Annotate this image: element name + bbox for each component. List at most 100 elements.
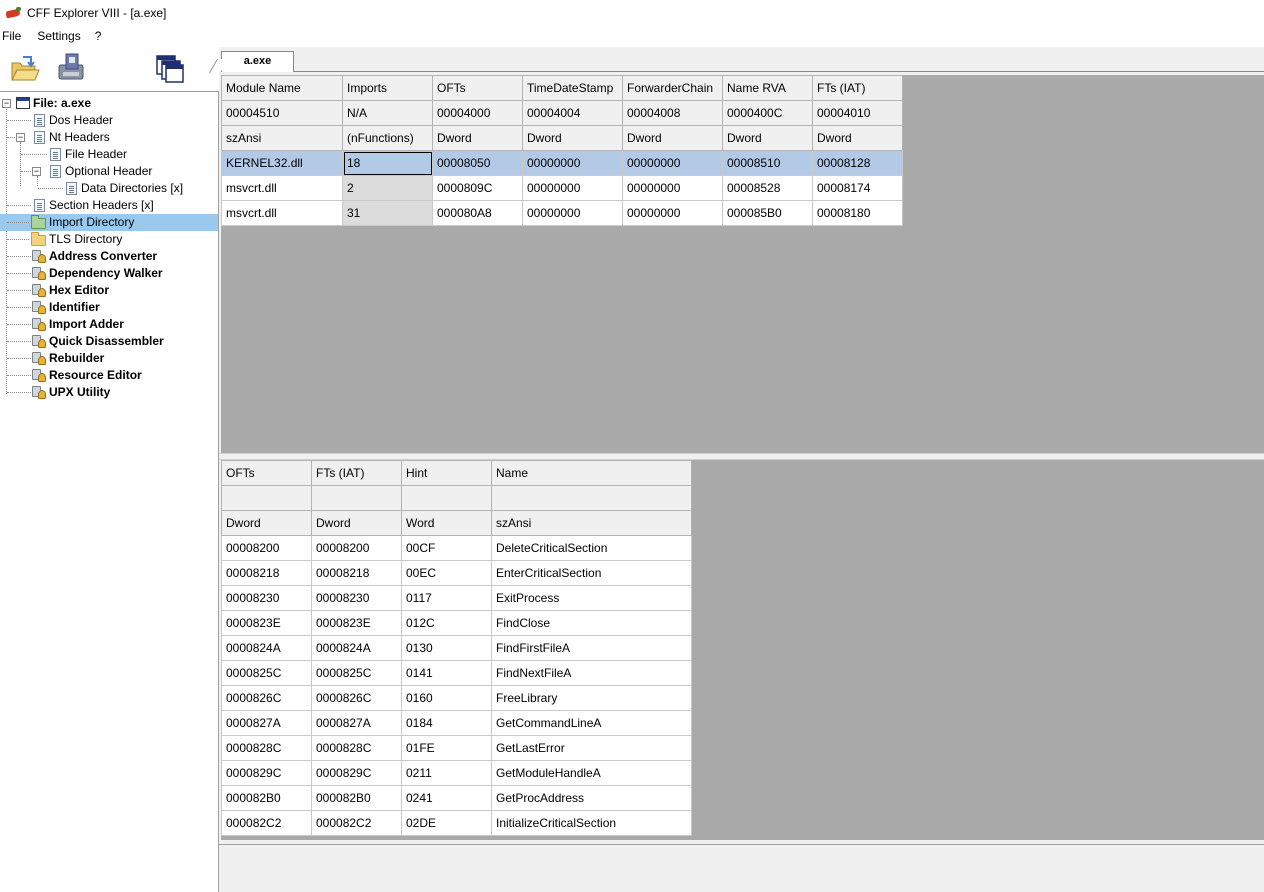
- table-cell[interactable]: 0160: [401, 685, 492, 711]
- table-cell[interactable]: FindNextFileA: [491, 660, 692, 686]
- table-cell[interactable]: 00008510: [722, 150, 813, 176]
- table-cell[interactable]: 0000826C: [311, 685, 402, 711]
- table-cell[interactable]: 000082B0: [311, 785, 402, 811]
- tree-item-dos-header[interactable]: Dos Header: [0, 112, 218, 129]
- table-cell[interactable]: 0241: [401, 785, 492, 811]
- table-cell[interactable]: 00000000: [622, 200, 723, 226]
- table-cell[interactable]: 0000828C: [311, 735, 402, 761]
- table-cell[interactable]: 0000809C: [432, 175, 523, 201]
- table-cell[interactable]: 00008200: [221, 535, 312, 561]
- menu-file[interactable]: File: [0, 26, 27, 47]
- table-cell[interactable]: 00008174: [812, 175, 903, 201]
- table-cell[interactable]: 0000826C: [221, 685, 312, 711]
- table-cell[interactable]: 0117: [401, 585, 492, 611]
- table-cell[interactable]: FreeLibrary: [491, 685, 692, 711]
- table-cell[interactable]: GetLastError: [491, 735, 692, 761]
- tab-a-exe[interactable]: a.exe: [221, 51, 294, 72]
- table-cell[interactable]: 0000824A: [311, 635, 402, 661]
- table-cell[interactable]: msvcrt.dll: [221, 175, 343, 201]
- table-cell[interactable]: 0000829C: [311, 760, 402, 786]
- table-row[interactable]: 00008218 00008218 00EC EnterCriticalSection: [221, 560, 692, 586]
- tree-item-optional-header[interactable]: − Optional Header: [0, 163, 218, 180]
- table-cell[interactable]: ExitProcess: [491, 585, 692, 611]
- table-cell[interactable]: 00000000: [622, 175, 723, 201]
- table-row[interactable]: 00008200 00008200 00CF DeleteCriticalSectio…: [221, 535, 692, 561]
- table-row[interactable]: 0000823E 0000823E 012C FindClose: [221, 610, 692, 636]
- table-cell[interactable]: 0000829C: [221, 760, 312, 786]
- table-row[interactable]: 0000825C 0000825C 0141 FindNextFileA: [221, 660, 692, 686]
- collapse-icon[interactable]: −: [2, 99, 11, 108]
- table-cell[interactable]: 000080A8: [432, 200, 523, 226]
- table-cell[interactable]: 00008230: [311, 585, 402, 611]
- table-cell[interactable]: 00008218: [221, 560, 312, 586]
- table-cell[interactable]: msvcrt.dll: [221, 200, 343, 226]
- table-cell[interactable]: GetModuleHandleA: [491, 760, 692, 786]
- table-cell[interactable]: 0000827A: [311, 710, 402, 736]
- table-cell[interactable]: 0000825C: [221, 660, 312, 686]
- table-cell[interactable]: 00CF: [401, 535, 492, 561]
- table-cell[interactable]: EnterCriticalSection: [491, 560, 692, 586]
- windows-cascade-icon[interactable]: [154, 53, 186, 85]
- tree-tool-rebuilder[interactable]: Rebuilder: [0, 350, 218, 367]
- tree-tool-import-adder[interactable]: Import Adder: [0, 316, 218, 333]
- table-row[interactable]: KERNEL32.dll 18 00008050 00000000 00000000 00…: [221, 150, 903, 176]
- tree-item-file-header[interactable]: File Header: [0, 146, 218, 163]
- table-cell[interactable]: 0141: [401, 660, 492, 686]
- table-cell[interactable]: 00008050: [432, 150, 523, 176]
- table-cell[interactable]: 0000827A: [221, 710, 312, 736]
- save-disk-icon[interactable]: [55, 51, 87, 83]
- tree-item-data-directories[interactable]: Data Directories [x]: [0, 180, 218, 197]
- table-cell[interactable]: 00000000: [522, 200, 623, 226]
- menu-settings[interactable]: Settings: [35, 26, 86, 47]
- table-cell[interactable]: 02DE: [401, 810, 492, 836]
- table-cell[interactable]: 00000000: [522, 175, 623, 201]
- table-row[interactable]: msvcrt.dll 31 000080A8 00000000 00000000 0000…: [221, 200, 903, 226]
- table-cell[interactable]: GetProcAddress: [491, 785, 692, 811]
- open-folder-icon[interactable]: [9, 53, 41, 85]
- collapse-icon[interactable]: −: [32, 167, 41, 176]
- tree-tool-address-converter[interactable]: Address Converter: [0, 248, 218, 265]
- table-cell[interactable]: DeleteCriticalSection: [491, 535, 692, 561]
- table-cell[interactable]: 18: [342, 150, 433, 176]
- table-row[interactable]: 0000827A 0000827A 0184 GetCommandLineA: [221, 710, 692, 736]
- tree-root[interactable]: − File: a.exe: [0, 95, 218, 112]
- table-cell[interactable]: 012C: [401, 610, 492, 636]
- table-row[interactable]: msvcrt.dll 2 0000809C 00000000 00000000 00008…: [221, 175, 903, 201]
- tree-item-tls-directory[interactable]: TLS Directory: [0, 231, 218, 248]
- table-cell[interactable]: 0000823E: [221, 610, 312, 636]
- table-cell[interactable]: 00008128: [812, 150, 903, 176]
- table-row[interactable]: 0000824A 0000824A 0130 FindFirstFileA: [221, 635, 692, 661]
- table-cell[interactable]: 000082B0: [221, 785, 312, 811]
- tree-tool-resource-editor[interactable]: Resource Editor: [0, 367, 218, 384]
- tree-item-section-headers[interactable]: Section Headers [x]: [0, 197, 218, 214]
- table-row[interactable]: 00008230 00008230 0117 ExitProcess: [221, 585, 692, 611]
- tree-tool-upx-utility[interactable]: UPX Utility: [0, 384, 218, 401]
- table-cell[interactable]: 000082C2: [221, 810, 312, 836]
- table-cell[interactable]: 01FE: [401, 735, 492, 761]
- tree-item-nt-headers[interactable]: − Nt Headers: [0, 129, 218, 146]
- table-cell[interactable]: 2: [342, 175, 433, 201]
- table-cell[interactable]: FindClose: [491, 610, 692, 636]
- table-cell[interactable]: 00008230: [221, 585, 312, 611]
- table-cell[interactable]: FindFirstFileA: [491, 635, 692, 661]
- table-cell[interactable]: 000085B0: [722, 200, 813, 226]
- tree-item-import-directory[interactable]: Import Directory: [0, 214, 218, 231]
- tree-tool-identifier[interactable]: Identifier: [0, 299, 218, 316]
- table-row[interactable]: 000082C2 000082C2 02DE InitializeCriticalSe…: [221, 810, 692, 836]
- tree-tool-quick-disassembler[interactable]: Quick Disassembler: [0, 333, 218, 350]
- tree-tool-dependency-walker[interactable]: Dependency Walker: [0, 265, 218, 282]
- table-cell[interactable]: GetCommandLineA: [491, 710, 692, 736]
- table-row[interactable]: 0000829C 0000829C 0211 GetModuleHandleA: [221, 760, 692, 786]
- table-cell[interactable]: 0130: [401, 635, 492, 661]
- table-cell[interactable]: 00008528: [722, 175, 813, 201]
- table-cell[interactable]: 0184: [401, 710, 492, 736]
- table-cell[interactable]: 00008200: [311, 535, 402, 561]
- table-cell[interactable]: 31: [342, 200, 433, 226]
- table-row[interactable]: 0000828C 0000828C 01FE GetLastError: [221, 735, 692, 761]
- table-cell[interactable]: 00008218: [311, 560, 402, 586]
- table-cell[interactable]: 00000000: [622, 150, 723, 176]
- menu-help[interactable]: ?: [93, 26, 108, 47]
- table-cell[interactable]: 0000825C: [311, 660, 402, 686]
- collapse-icon[interactable]: −: [16, 133, 25, 142]
- table-cell[interactable]: 00EC: [401, 560, 492, 586]
